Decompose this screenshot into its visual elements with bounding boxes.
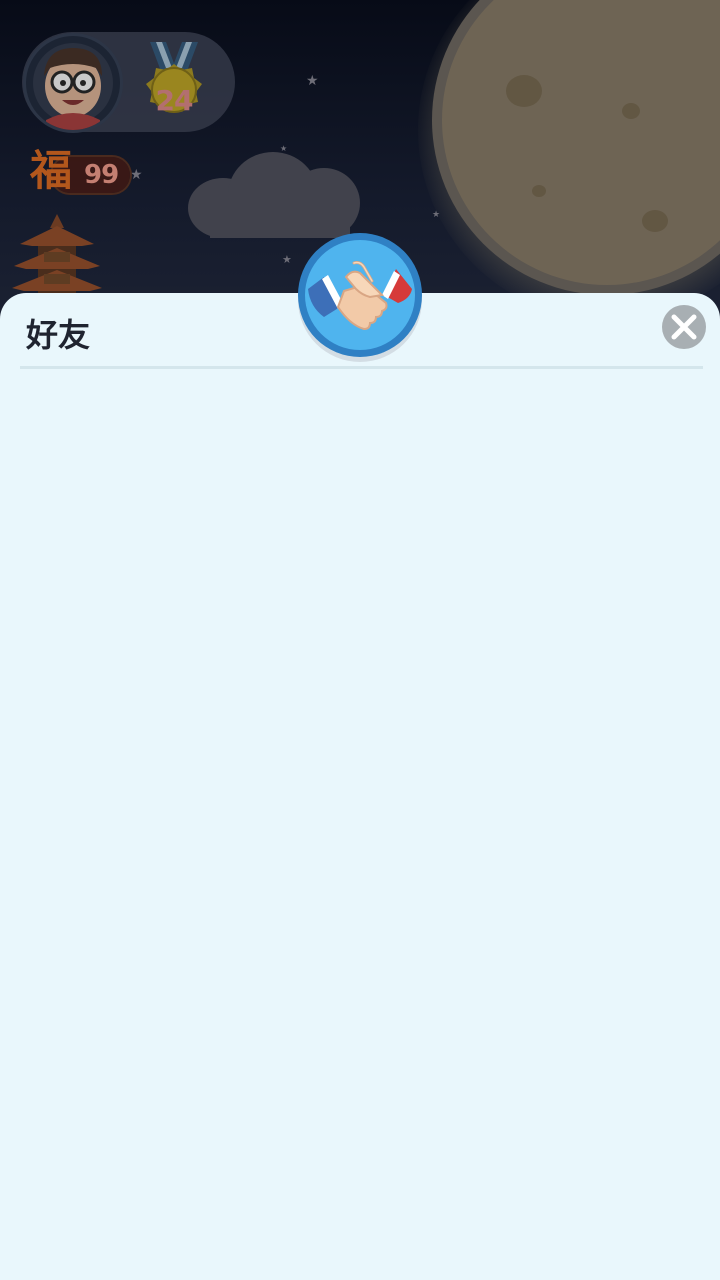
title-divider bbox=[20, 366, 703, 369]
fu-count: 99 bbox=[84, 160, 119, 190]
star-icon: ★ bbox=[432, 210, 441, 220]
pagoda bbox=[12, 214, 102, 304]
star-icon: ★ bbox=[282, 253, 292, 266]
cloud bbox=[188, 150, 363, 240]
panel-title: 好友 bbox=[26, 316, 91, 354]
fu-icon: 福 bbox=[30, 146, 73, 195]
handshake-icon bbox=[305, 240, 415, 350]
star-icon: ★ bbox=[130, 167, 143, 183]
level-medal: 24 bbox=[138, 40, 210, 128]
avatar-face-icon bbox=[33, 43, 113, 130]
close-button[interactable] bbox=[662, 305, 706, 349]
level-number: 24 bbox=[155, 84, 194, 117]
friends-panel: 好友 bbox=[0, 293, 720, 1280]
friends-badge bbox=[298, 233, 422, 357]
player-avatar[interactable] bbox=[26, 36, 120, 130]
close-icon bbox=[671, 314, 697, 340]
star-icon: ★ bbox=[306, 73, 319, 89]
